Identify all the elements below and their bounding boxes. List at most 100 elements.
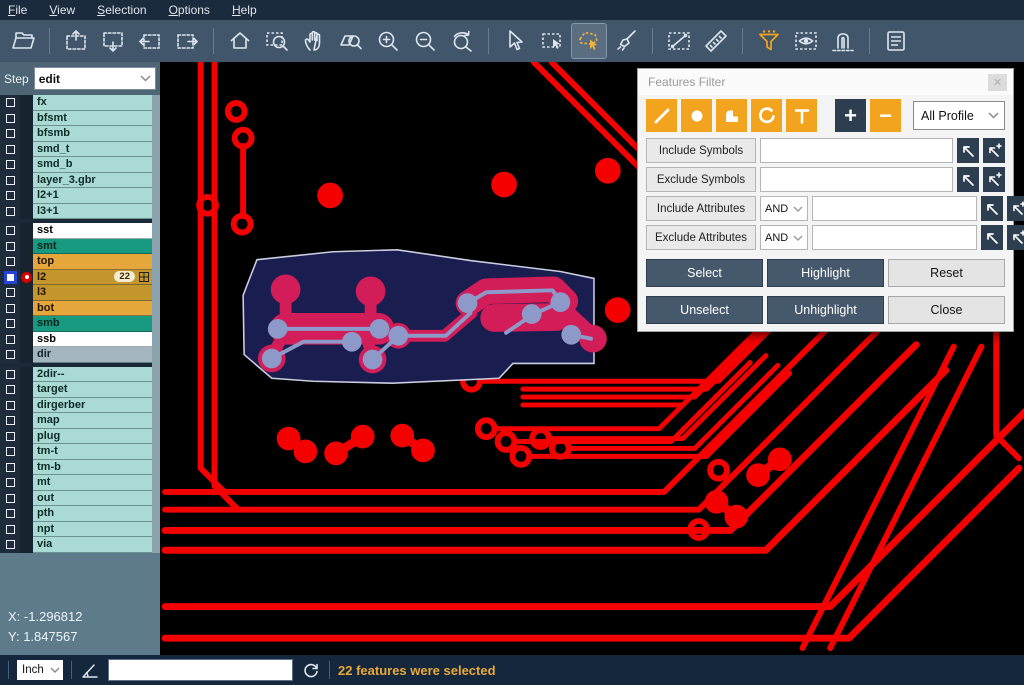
menu-options[interactable]: Options [169,3,210,17]
exclude-attributes-input[interactable] [812,225,977,250]
unit-select[interactable]: Inch [17,660,63,680]
feature-type-text-button[interactable] [786,99,817,132]
layer-name[interactable]: layer_3.gbr [33,173,152,189]
layer-active-indicator[interactable] [20,254,33,270]
pan-left-icon[interactable] [133,24,167,58]
pan-down-icon[interactable] [96,24,130,58]
layer-visibility-checkbox[interactable] [0,223,20,239]
clear-brush-icon[interactable] [609,24,643,58]
layer-visibility-checkbox[interactable] [0,173,20,189]
menu-view[interactable]: View [49,3,75,17]
highlight-button[interactable]: Highlight [767,259,884,287]
ruler-icon[interactable] [699,24,733,58]
command-input[interactable] [108,659,293,681]
layer-active-indicator[interactable] [20,111,33,127]
layer-name[interactable]: via [33,537,152,553]
feature-type-surface-button[interactable] [716,99,747,132]
layer-active-indicator[interactable] [20,522,33,538]
layer-name[interactable]: l3+1 [33,204,152,220]
include-attributes-button[interactable]: Include Attributes [646,196,756,221]
layer-visibility-checkbox[interactable] [0,398,20,414]
menu-selection[interactable]: Selection [97,3,146,17]
layer-visibility-checkbox[interactable] [0,270,20,286]
layer-visibility-checkbox[interactable] [0,95,20,111]
dialog-titlebar[interactable]: Features Filter ✕ [638,69,1013,95]
zoom-out-icon[interactable] [408,24,442,58]
layer-visibility-checkbox[interactable] [0,239,20,255]
layer-active-indicator[interactable] [20,367,33,383]
zoom-area-icon[interactable] [260,24,294,58]
pick-attribute-add-icon[interactable] [1007,196,1024,221]
layer-active-indicator[interactable] [20,301,33,317]
pick-attribute-add-icon[interactable] [1007,225,1024,250]
home-view-icon[interactable] [223,24,257,58]
pick-symbol-add-icon[interactable] [983,167,1005,192]
open-folder-icon[interactable] [6,24,40,58]
layers-panel-icon[interactable] [879,24,913,58]
layer-active-indicator[interactable] [20,285,33,301]
close-icon[interactable]: ✕ [988,74,1007,91]
layer-visibility-checkbox[interactable] [0,429,20,445]
layer-active-indicator[interactable] [20,347,33,363]
layer-name[interactable]: ssb [33,332,152,348]
features-filter-icon[interactable] [752,24,786,58]
include-symbols-button[interactable]: Include Symbols [646,138,756,163]
grid-icon[interactable] [139,272,149,282]
layer-visibility-checkbox[interactable] [0,347,20,363]
layer-visibility-checkbox[interactable] [0,188,20,204]
layer-name[interactable]: tm-t [33,444,152,460]
layer-visibility-checkbox[interactable] [0,491,20,507]
layer-visibility-checkbox[interactable] [0,537,20,553]
select-button[interactable]: Select [646,259,763,287]
layer-visibility-checkbox[interactable] [0,126,20,142]
layer-active-indicator[interactable] [20,142,33,158]
layer-visibility-checkbox[interactable] [0,111,20,127]
exclude-attributes-button[interactable]: Exclude Attributes [646,225,756,250]
layer-visibility-checkbox[interactable] [0,157,20,173]
layer-visibility-checkbox[interactable] [0,254,20,270]
view-options-icon[interactable] [789,24,823,58]
rect-select-icon[interactable] [535,24,569,58]
layer-active-indicator[interactable] [20,126,33,142]
layer-name[interactable]: l2 22 [33,270,152,286]
zoom-object-icon[interactable] [334,24,368,58]
exclude-symbols-input[interactable] [760,167,953,192]
layer-active-indicator[interactable] [20,444,33,460]
layer-name[interactable]: tm-b [33,460,152,476]
layer-visibility-checkbox[interactable] [0,382,20,398]
pick-attribute-icon[interactable] [981,196,1003,221]
layer-name[interactable]: l3 [33,285,152,301]
layer-name[interactable]: 2dir-- [33,367,152,383]
profile-select[interactable]: All Profile [913,101,1005,130]
layer-name[interactable]: bfsmt [33,111,152,127]
include-attributes-operator-select[interactable]: AND [760,196,808,221]
close-button[interactable]: Close [888,296,1005,324]
layer-name[interactable]: npt [33,522,152,538]
layer-visibility-checkbox[interactable] [0,506,20,522]
layer-visibility-checkbox[interactable] [0,460,20,476]
layer-name[interactable]: l2+1 [33,188,152,204]
add-mode-button[interactable]: + [835,99,866,132]
layer-active-indicator[interactable] [20,188,33,204]
layer-name[interactable]: mt [33,475,152,491]
layer-name[interactable]: smb [33,316,152,332]
pan-up-icon[interactable] [59,24,93,58]
layer-name[interactable]: pth [33,506,152,522]
selected-region[interactable] [243,250,607,383]
include-attributes-input[interactable] [812,196,977,221]
select-cursor-icon[interactable] [498,24,532,58]
layer-active-indicator[interactable] [20,239,33,255]
layer-name[interactable]: top [33,254,152,270]
exclude-attributes-operator-select[interactable]: AND [760,225,808,250]
layer-visibility-checkbox[interactable] [0,367,20,383]
layer-visibility-checkbox[interactable] [0,285,20,301]
zoom-previous-icon[interactable] [445,24,479,58]
layer-visibility-checkbox[interactable] [0,332,20,348]
layer-active-indicator[interactable] [20,270,33,286]
layer-visibility-checkbox[interactable] [0,444,20,460]
layer-name[interactable]: plug [33,429,152,445]
exclude-symbols-button[interactable]: Exclude Symbols [646,167,756,192]
pick-symbol-add-icon[interactable] [983,138,1005,163]
layer-name[interactable]: dirgerber [33,398,152,414]
unhighlight-button[interactable]: Unhighlight [767,296,884,324]
